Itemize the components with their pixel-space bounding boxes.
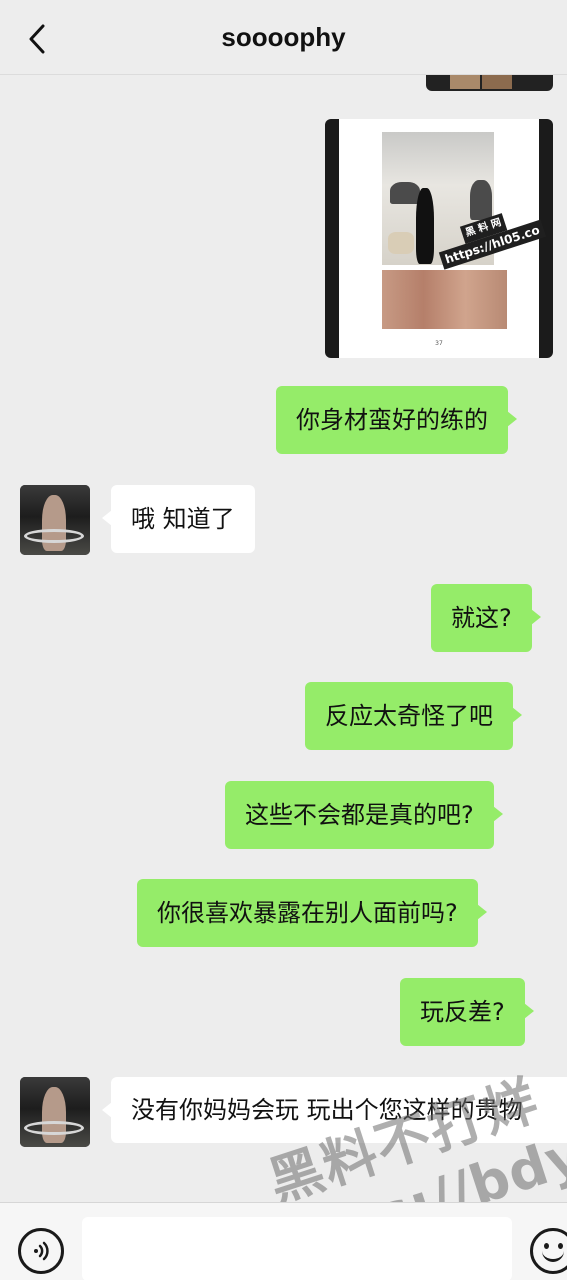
- contact-avatar[interactable]: [20, 485, 90, 555]
- contact-avatar[interactable]: [20, 1077, 90, 1147]
- photo-figures: [382, 270, 507, 329]
- chat-header: soooophy: [0, 0, 567, 75]
- message-bubble-sent[interactable]: 反应太奇怪了吧: [305, 682, 522, 750]
- message-bubble-sent[interactable]: 你很喜欢暴露在别人面前吗?: [137, 879, 487, 947]
- page-number: 37: [435, 340, 443, 347]
- message-bubble-sent[interactable]: 玩反差?: [400, 978, 534, 1046]
- image-message[interactable]: 37 黑 料 网 https://hl05.co: [325, 119, 553, 358]
- message-input[interactable]: [82, 1217, 512, 1280]
- previous-image-message[interactable]: [426, 75, 553, 91]
- message-bubble-sent[interactable]: 你身材蛮好的练的: [276, 386, 517, 454]
- input-bar: [0, 1202, 567, 1280]
- message-bubble-sent[interactable]: 这些不会都是真的吧?: [225, 781, 503, 849]
- emoji-icon: [544, 1243, 549, 1249]
- message-bubble-received[interactable]: 哦 知道了: [102, 485, 255, 553]
- message-bubble-sent[interactable]: 就这?: [431, 584, 541, 652]
- voice-icon: [34, 1241, 49, 1261]
- image-fragment: [482, 75, 512, 89]
- voice-button[interactable]: [18, 1228, 64, 1274]
- emoji-button[interactable]: [530, 1228, 567, 1274]
- image-fragment: [450, 75, 480, 89]
- message-bubble-received[interactable]: 没有你妈妈会玩 玩出个您这样的贵物: [102, 1077, 567, 1143]
- chat-title[interactable]: soooophy: [0, 22, 567, 53]
